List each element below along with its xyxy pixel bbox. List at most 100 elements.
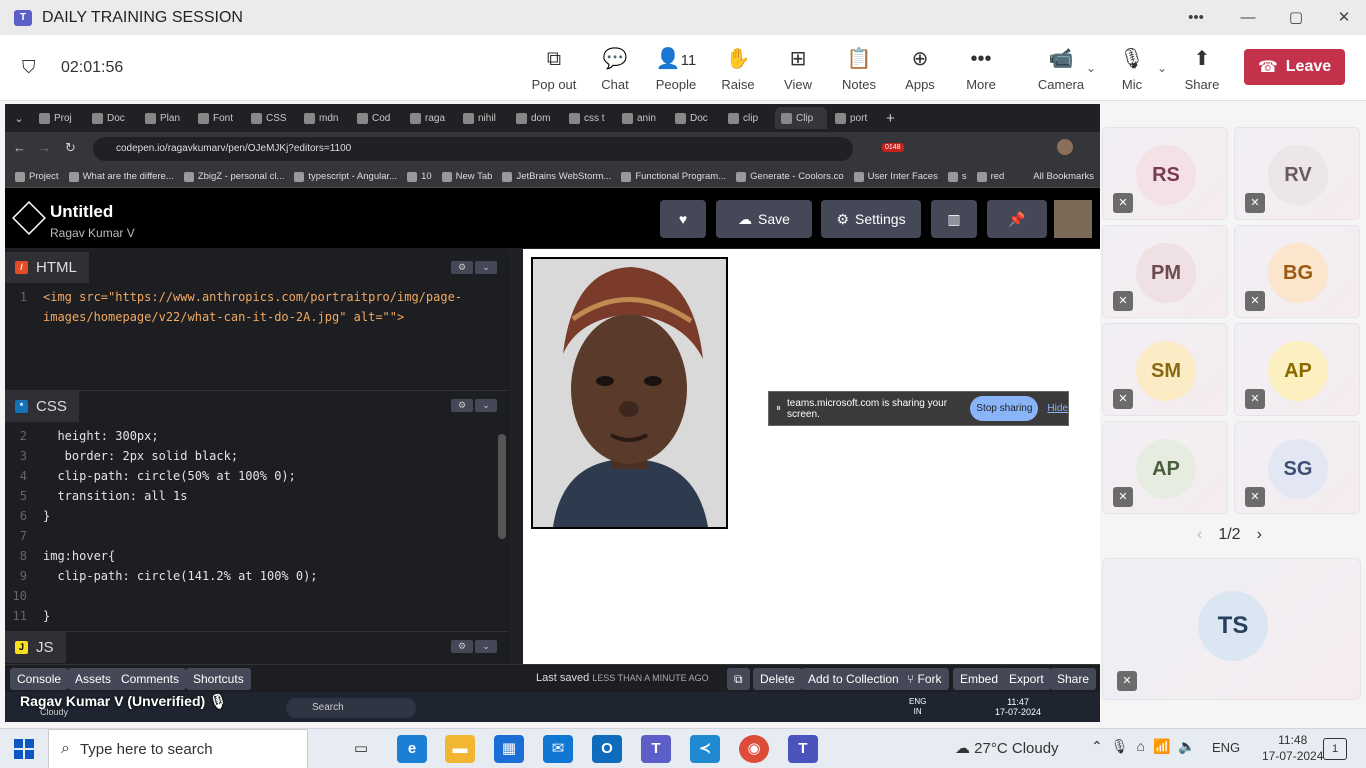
code-line[interactable]: 10 <box>5 586 500 606</box>
code-line[interactable]: 2 height: 300px; <box>5 426 500 446</box>
participant-tile[interactable]: AP ✕ <box>1102 421 1228 514</box>
browser-tab[interactable]: nihil <box>457 107 508 129</box>
browser-tab[interactable]: port <box>829 107 880 129</box>
featured-participant-tile[interactable]: TS ✕ <box>1102 558 1361 700</box>
delete-button[interactable]: Delete <box>753 668 802 690</box>
portrait-image[interactable] <box>531 257 728 529</box>
bookmark-item[interactable]: red <box>976 171 1004 182</box>
outlook-icon[interactable]: O <box>592 735 622 763</box>
url-field[interactable]: codepen.io/ragavkumarv/pen/OJeMJKj?edito… <box>93 137 853 161</box>
all-bookmarks-button[interactable]: All Bookmarks <box>1033 171 1094 182</box>
browser-tab[interactable]: clip <box>722 107 773 129</box>
gallery-prev-icon[interactable]: ‹ <box>1197 526 1202 544</box>
code-line[interactable]: 11} <box>5 606 500 626</box>
bookmark-item[interactable]: Functional Program... <box>621 171 726 182</box>
embed-button[interactable]: Embed <box>953 668 1006 690</box>
css-scrollbar[interactable] <box>498 434 506 539</box>
bookmark-item[interactable]: ZbigZ - personal cl... <box>183 171 284 182</box>
teams-personal-icon[interactable]: T <box>641 735 671 763</box>
people-button[interactable]: 👤11 People <box>649 45 703 92</box>
browser-tab[interactable]: Plan <box>139 107 190 129</box>
edge-icon[interactable]: e <box>397 735 427 763</box>
chat-button[interactable]: 💬 Chat <box>588 45 642 92</box>
browser-tab[interactable]: mdn <box>298 107 349 129</box>
extension-badge[interactable]: 0148 <box>882 143 904 152</box>
code-line[interactable]: 5 transition: all 1s <box>5 486 500 506</box>
browser-tab[interactable]: raga <box>404 107 455 129</box>
code-line[interactable]: images/homepage/v22/what-can-it-do-2A.jp… <box>5 307 500 327</box>
popout-button[interactable]: ⧉ Pop out <box>527 45 581 92</box>
js-settings-icon[interactable]: ⚙ <box>451 640 473 653</box>
windows-start-icon[interactable] <box>14 739 34 759</box>
comments-button[interactable]: Comments <box>114 668 187 690</box>
code-line[interactable]: 3 border: 2px solid black; <box>5 446 500 466</box>
task-view-icon[interactable]: ▭ <box>346 735 376 763</box>
raise-hand-button[interactable]: ✋ Raise <box>711 45 765 92</box>
maximize-button[interactable]: ▢ <box>1272 0 1320 35</box>
more-button[interactable]: ••• More <box>954 45 1008 92</box>
add-to-collection-button[interactable]: Add to Collection <box>801 668 906 690</box>
console-button[interactable]: Console <box>10 668 69 690</box>
css-code-area[interactable]: 2 height: 300px; 3 border: 2px solid blac… <box>5 422 508 626</box>
html-settings-icon[interactable]: ⚙ <box>451 261 473 274</box>
html-collapse-icon[interactable]: ⌄ <box>475 261 497 274</box>
code-line[interactable]: 7 <box>5 526 500 546</box>
leave-button[interactable]: ☎ Leave <box>1244 49 1345 85</box>
tab-search-icon[interactable]: ⌄ <box>5 112 33 125</box>
browser-tab[interactable]: Doc <box>86 107 137 129</box>
codepen-logo-icon[interactable] <box>12 201 46 235</box>
export-button[interactable]: Export <box>1002 668 1051 690</box>
external-view-button[interactable]: ⧉ <box>727 668 750 690</box>
code-line[interactable]: 8 img:hover{ <box>5 546 500 566</box>
css-settings-icon[interactable]: ⚙ <box>451 399 473 412</box>
pin-button[interactable]: 📌 <box>987 200 1047 238</box>
participant-tile[interactable]: BG ✕ <box>1234 225 1360 318</box>
new-tab-icon[interactable]: + <box>886 110 895 127</box>
participant-tile[interactable]: SM ✕ <box>1102 323 1228 416</box>
bookmark-item[interactable]: JetBrains WebStorm... <box>502 171 611 182</box>
store-icon[interactable]: ▦ <box>494 735 524 763</box>
browser-tab[interactable]: Clip <box>775 107 827 129</box>
gallery-next-icon[interactable]: › <box>1257 526 1262 544</box>
minimize-button[interactable]: — <box>1224 0 1272 35</box>
mic-chevron-icon[interactable]: ⌄ <box>1157 61 1167 75</box>
forward-icon[interactable]: → <box>38 140 51 155</box>
bookmark-item[interactable]: Project <box>15 171 59 182</box>
language-indicator[interactable]: ENG <box>1212 740 1240 755</box>
mini-search-box[interactable]: Search <box>286 698 416 718</box>
code-line[interactable]: 1 <img src="https://www.anthropics.com/po… <box>5 287 500 307</box>
browser-tab[interactable]: Proj <box>33 107 84 129</box>
fork-button[interactable]: ⑂ Fork <box>900 668 949 690</box>
stop-sharing-button[interactable]: Stop sharing <box>970 396 1039 421</box>
camera-chevron-icon[interactable]: ⌄ <box>1086 61 1096 75</box>
bookmark-item[interactable]: User Inter Faces <box>853 171 938 182</box>
code-line[interactable]: 4 clip-path: circle(50% at 100% 0); <box>5 466 500 486</box>
save-button[interactable]: ☁ Save <box>716 200 812 238</box>
bookmark-item[interactable]: typescript - Angular... <box>294 171 397 182</box>
profile-avatar[interactable] <box>1057 139 1073 155</box>
pen-title[interactable]: Untitled <box>50 202 113 222</box>
taskbar-weather[interactable]: ☁ 27°C Cloudy <box>955 739 1059 757</box>
browser-tab[interactable]: Font <box>192 107 243 129</box>
shortcuts-button[interactable]: Shortcuts <box>186 668 251 690</box>
code-line[interactable]: 6} <box>5 506 500 526</box>
taskbar-search-box[interactable]: ⌕ Type here to search <box>48 729 308 768</box>
bookmark-item[interactable]: Generate - Coolors.co <box>736 171 844 182</box>
file-explorer-icon[interactable]: ▬ <box>445 735 475 763</box>
taskbar-clock[interactable]: 11:48 17-07-2024 <box>1262 732 1323 764</box>
browser-tab[interactable]: anin <box>616 107 667 129</box>
pen-author[interactable]: Ragav Kumar V <box>50 226 135 240</box>
settings-button[interactable]: ⚙ Settings <box>821 200 921 238</box>
browser-tab[interactable]: css t <box>563 107 614 129</box>
camera-button[interactable]: 📹 Camera <box>1034 45 1088 92</box>
notes-button[interactable]: 📋 Notes <box>832 45 886 92</box>
browser-tab[interactable]: CSS <box>245 107 296 129</box>
browser-tab[interactable]: Cod <box>351 107 402 129</box>
chrome-icon[interactable]: ◉ <box>739 735 769 763</box>
mic-button[interactable]: 🎙 Mic <box>1105 45 1159 92</box>
apps-button[interactable]: ⊕ Apps <box>893 45 947 92</box>
system-tray-icons[interactable]: ⌃🎙⌂📶🔈 <box>1091 738 1204 755</box>
share-pen-button[interactable]: Share <box>1050 668 1097 690</box>
mail-icon[interactable]: ✉ <box>543 735 573 763</box>
layout-button[interactable]: ▥ <box>931 200 977 238</box>
